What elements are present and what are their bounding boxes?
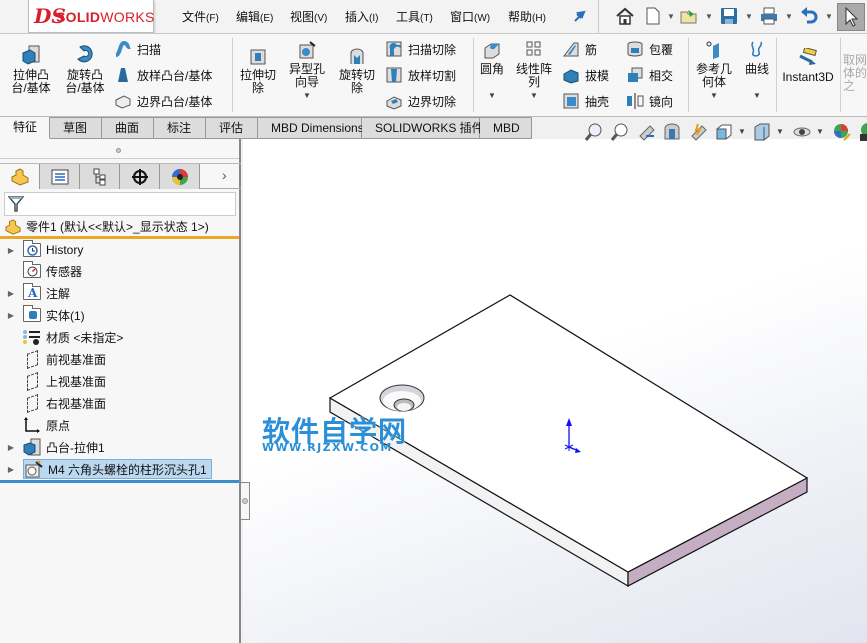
panel-splitter[interactable] bbox=[0, 139, 239, 159]
feature-manager-panel: › 零件1 (默认<<默认>_显示状态 1>) ▶ History 传感器 ▶ … bbox=[0, 139, 241, 643]
plane-icon bbox=[22, 349, 42, 369]
material-icon bbox=[22, 329, 42, 345]
tree-item-history[interactable]: ▶ History bbox=[0, 240, 83, 260]
history-folder-icon bbox=[22, 240, 42, 258]
tree-item-label: 原点 bbox=[46, 418, 71, 433]
tree-item-top-plane[interactable]: 上视基准面 bbox=[0, 371, 106, 391]
tree-item-label: 前视基准面 bbox=[46, 352, 107, 367]
tree-item-label: 凸台-拉伸1 bbox=[46, 440, 105, 455]
expand-arrow-icon[interactable]: ▶ bbox=[0, 443, 22, 452]
tree-item-counterbore-hole[interactable]: ▶ M4 六角头螺栓的柱形沉头孔1 bbox=[0, 459, 239, 479]
panel-tabs-more-icon[interactable]: › bbox=[222, 167, 227, 183]
tree-filter[interactable] bbox=[4, 192, 236, 216]
panel-tabs: › bbox=[0, 163, 241, 189]
tree-item-sensors[interactable]: 传感器 bbox=[0, 261, 82, 281]
tree-item-label: 材质 <未指定> bbox=[46, 330, 124, 345]
annotation-folder-icon: A bbox=[22, 283, 42, 301]
filter-icon[interactable] bbox=[8, 195, 24, 213]
tree-item-label: 传感器 bbox=[46, 264, 83, 279]
part-icon bbox=[11, 167, 28, 186]
tab-dimxpertmanager[interactable] bbox=[120, 164, 160, 189]
counterbore-hole[interactable] bbox=[379, 384, 425, 412]
hole-feature-icon bbox=[24, 460, 44, 478]
configuration-manager-icon bbox=[93, 168, 105, 185]
plane-icon bbox=[22, 393, 42, 413]
tree-item-boss-extrude1[interactable]: ▶ 凸台-拉伸1 bbox=[0, 437, 105, 457]
tab-displaymanager[interactable] bbox=[160, 164, 200, 189]
tree-root-part[interactable]: 零件1 (默认<<默认>_显示状态 1>) bbox=[0, 217, 239, 239]
part-icon bbox=[5, 218, 21, 235]
expand-arrow-icon[interactable]: ▶ bbox=[0, 311, 22, 320]
tree-item-solid-bodies[interactable]: ▶ 实体(1) bbox=[0, 305, 85, 325]
tree-root-label: 零件1 (默认<<默认>_显示状态 1>) bbox=[26, 220, 209, 234]
tree-item-label: M4 六角头螺栓的柱形沉头孔1 bbox=[48, 462, 207, 477]
tree-item-right-plane[interactable]: 右视基准面 bbox=[0, 393, 106, 413]
tree-item-origin[interactable]: 原点 bbox=[0, 415, 70, 435]
extrude-feature-icon bbox=[22, 438, 42, 456]
collapse-handle-icon bbox=[242, 498, 248, 504]
tree-item-label: 实体(1) bbox=[46, 308, 85, 323]
watermark-url: WWW.RJZXW.COM bbox=[262, 441, 393, 454]
tab-configurationmanager[interactable] bbox=[80, 164, 120, 189]
tree-item-label: 注解 bbox=[46, 286, 71, 301]
tree-item-annotations[interactable]: ▶ A 注解 bbox=[0, 283, 70, 303]
dimxpert-icon bbox=[131, 168, 148, 185]
selected-highlight: M4 六角头螺栓的柱形沉头孔1 bbox=[23, 459, 212, 479]
tree-item-label: 右视基准面 bbox=[46, 396, 107, 411]
tree-item-material[interactable]: 材质 <未指定> bbox=[0, 327, 123, 347]
tree-item-label: 上视基准面 bbox=[46, 374, 107, 389]
origin-icon bbox=[22, 417, 42, 433]
expand-arrow-icon[interactable]: ▶ bbox=[0, 289, 22, 298]
property-manager-icon bbox=[51, 169, 68, 184]
tab-propertymanager[interactable] bbox=[40, 164, 80, 189]
tree-item-label: History bbox=[46, 243, 84, 257]
tree-item-front-plane[interactable]: 前视基准面 bbox=[0, 349, 106, 369]
solid-bodies-folder-icon bbox=[22, 305, 42, 323]
rollback-bar[interactable] bbox=[0, 480, 239, 483]
panel-collapse-handle[interactable] bbox=[241, 482, 250, 520]
expand-arrow-icon[interactable]: ▶ bbox=[0, 465, 22, 474]
splitter-handle-icon[interactable] bbox=[116, 148, 121, 153]
sensor-folder-icon bbox=[22, 261, 42, 279]
tab-featuremanager[interactable] bbox=[0, 164, 40, 189]
expand-arrow-icon[interactable]: ▶ bbox=[0, 246, 22, 255]
display-manager-icon bbox=[171, 168, 188, 185]
plane-icon bbox=[22, 371, 42, 391]
